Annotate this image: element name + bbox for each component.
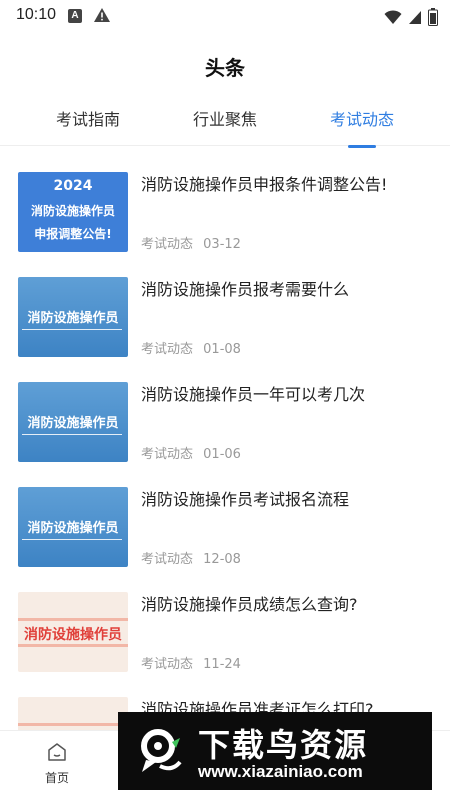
- article-category: 考试动态: [141, 447, 194, 462]
- tab-bar: 考试指南 行业聚焦 考试动态: [0, 100, 450, 148]
- thumbnail-text: 消防设施操作员: [27, 416, 119, 431]
- status-bar: 10:10 A: [0, 0, 450, 34]
- article-item[interactable]: 消防设施操作员 消防设施操作员一年可以考几次 考试动态 01-06: [0, 360, 450, 465]
- article-meta: 考试动态 03-12: [141, 233, 247, 252]
- article-thumbnail: 消防设施操作员: [18, 592, 128, 672]
- article-title: 消防设施操作员成绩怎么查询?: [141, 595, 358, 614]
- bird-logo-icon: [132, 722, 188, 778]
- thumbnail-divider: [22, 329, 122, 330]
- article-category: 考试动态: [141, 342, 194, 357]
- article-date: 03-12: [203, 237, 241, 252]
- watermark-banner: 下载鸟资源 www.xiazainiao.com: [118, 712, 432, 790]
- article-title: 消防设施操作员报考需要什么: [141, 280, 350, 299]
- status-time: 10:10: [16, 6, 57, 23]
- article-title: 消防设施操作员一年可以考几次: [141, 385, 366, 404]
- article-date: 12-08: [203, 552, 241, 567]
- tab-exam-guide[interactable]: 考试指南: [46, 106, 130, 142]
- article-title: 消防设施操作员考试报名流程: [141, 490, 350, 509]
- article-item[interactable]: 消防设施操作员 消防设施操作员报考需要什么 考试动态 01-08: [0, 255, 450, 360]
- thumbnail-divider: [22, 434, 122, 435]
- article-item[interactable]: 2024 消防设施操作员 申报调整公告! 消防设施操作员申报条件调整公告! 考试…: [0, 150, 450, 255]
- article-category: 考试动态: [141, 657, 194, 672]
- thumbnail-stripe: [18, 618, 128, 621]
- thumbnail-stripe: [18, 644, 128, 647]
- article-thumbnail: 消防设施操作员: [18, 382, 128, 462]
- thumbnail-text: 2024: [53, 178, 93, 194]
- article-category: 考试动态: [141, 237, 194, 252]
- signal-icon: [408, 9, 422, 29]
- battery-icon: [428, 8, 438, 30]
- article-meta: 考试动态 01-08: [141, 338, 247, 357]
- article-meta: 考试动态 12-08: [141, 548, 247, 567]
- article-date: 01-08: [203, 342, 241, 357]
- nav-home-label: 首页: [44, 771, 69, 785]
- watermark-title: 下载鸟资源: [198, 726, 369, 764]
- page-title: 头条: [205, 56, 245, 80]
- a-icon: A: [68, 9, 82, 23]
- thumbnail-text: 消防设施操作员: [27, 311, 119, 326]
- tab-label: 考试指南: [55, 110, 120, 129]
- nav-home[interactable]: 首页: [36, 741, 78, 786]
- article-thumbnail: 2024 消防设施操作员 申报调整公告!: [18, 172, 128, 252]
- thumbnail-divider: [22, 539, 122, 540]
- watermark-url: www.xiazainiao.com: [198, 762, 363, 781]
- article-item[interactable]: 消防设施操作员 消防设施操作员成绩怎么查询? 考试动态 11-24: [0, 570, 450, 675]
- thumbnail-text: 消防设施操作员: [24, 627, 122, 643]
- status-right-icons: [384, 8, 438, 30]
- article-meta: 考试动态 11-24: [141, 653, 247, 672]
- thumbnail-text: 消防设施操作员: [30, 204, 115, 218]
- thumbnail-text: 申报调整公告!: [34, 227, 112, 241]
- warning-icon: [93, 7, 111, 27]
- article-thumbnail: 消防设施操作员: [18, 487, 128, 567]
- article-title: 消防设施操作员申报条件调整公告!: [141, 175, 388, 194]
- tab-label: 考试动态: [329, 110, 394, 129]
- thumbnail-stripe: [18, 723, 128, 726]
- article-category: 考试动态: [141, 552, 194, 567]
- article-meta: 考试动态 01-06: [141, 443, 247, 462]
- tab-label: 行业聚焦: [192, 110, 257, 129]
- wifi-icon: [384, 9, 402, 29]
- thumbnail-text: 消防设施操作员: [27, 521, 119, 536]
- tab-industry-focus[interactable]: 行业聚焦: [183, 106, 267, 142]
- home-icon: [46, 743, 68, 767]
- article-date: 01-06: [203, 447, 241, 462]
- article-item[interactable]: 消防设施操作员 消防设施操作员考试报名流程 考试动态 12-08: [0, 465, 450, 570]
- tab-exam-news[interactable]: 考试动态: [320, 106, 404, 148]
- article-thumbnail: 消防设施操作员: [18, 277, 128, 357]
- article-date: 11-24: [203, 657, 241, 672]
- tab-active-indicator: [348, 145, 376, 148]
